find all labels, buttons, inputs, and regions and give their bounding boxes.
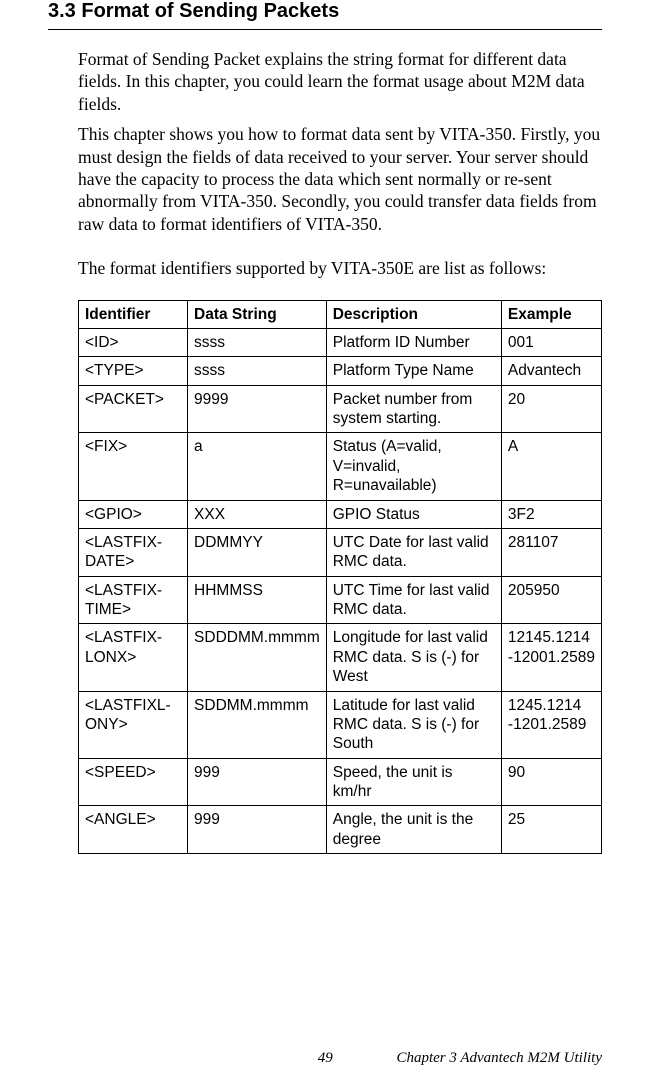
cell-identifier: <GPIO> — [79, 500, 188, 528]
cell-data-string: DDMMYY — [188, 528, 327, 576]
cell-identifier: <ANGLE> — [79, 806, 188, 854]
cell-identifier: <LASTFIX-DATE> — [79, 528, 188, 576]
section-heading: 3.3 Format of Sending Packets — [48, 0, 602, 30]
table-row: <LASTFIX-LONX> SDDDMM.mmmm Longitude for… — [79, 624, 602, 691]
cell-identifier: <SPEED> — [79, 758, 188, 806]
cell-data-string: SDDMM.mmmm — [188, 691, 327, 758]
table-row: <GPIO> XXX GPIO Status 3F2 — [79, 500, 602, 528]
table-row: <TYPE> ssss Platform Type Name Advantech — [79, 357, 602, 385]
cell-description: Platform Type Name — [326, 357, 501, 385]
cell-description: UTC Time for last valid RMC data. — [326, 576, 501, 624]
table-row: <LASTFIX-DATE> DDMMYY UTC Date for last … — [79, 528, 602, 576]
cell-data-string: XXX — [188, 500, 327, 528]
cell-example: Advantech — [501, 357, 601, 385]
cell-data-string: ssss — [188, 357, 327, 385]
col-description: Description — [326, 300, 501, 328]
cell-data-string: HHMMSS — [188, 576, 327, 624]
cell-data-string: 999 — [188, 758, 327, 806]
cell-data-string: a — [188, 433, 327, 500]
col-example: Example — [501, 300, 601, 328]
cell-data-string: SDDDMM.mmmm — [188, 624, 327, 691]
cell-description: Speed, the unit is km/hr — [326, 758, 501, 806]
cell-description: Longitude for last valid RMC data. S is … — [326, 624, 501, 691]
cell-description: UTC Date for last valid RMC data. — [326, 528, 501, 576]
cell-description: Platform ID Number — [326, 328, 501, 356]
table-row: <SPEED> 999 Speed, the unit is km/hr 90 — [79, 758, 602, 806]
table-row: <ID> ssss Platform ID Number 001 — [79, 328, 602, 356]
cell-example: 1245.1214 -1201.2589 — [501, 691, 601, 758]
cell-description: Status (A=valid, V=invalid, R=unavailabl… — [326, 433, 501, 500]
cell-identifier: <FIX> — [79, 433, 188, 500]
cell-example: 90 — [501, 758, 601, 806]
cell-identifier: <LASTFIXL-ONY> — [79, 691, 188, 758]
paragraph-intro-1: Format of Sending Packet explains the st… — [48, 48, 602, 115]
table-row: <LASTFIX-TIME> HHMMSS UTC Time for last … — [79, 576, 602, 624]
cell-data-string: ssss — [188, 328, 327, 356]
paragraph-intro-2: This chapter shows you how to format dat… — [48, 123, 602, 235]
cell-example: 001 — [501, 328, 601, 356]
cell-example: A — [501, 433, 601, 500]
cell-description: GPIO Status — [326, 500, 501, 528]
table-row: <PACKET> 9999 Packet number from system … — [79, 385, 602, 433]
chapter-label: Chapter 3 Advantech M2M Utility — [396, 1050, 602, 1066]
cell-description: Latitude for last valid RMC data. S is (… — [326, 691, 501, 758]
cell-data-string: 9999 — [188, 385, 327, 433]
table-row: <FIX> a Status (A=valid, V=invalid, R=un… — [79, 433, 602, 500]
page-footer: 49 Chapter 3 Advantech M2M Utility — [48, 1050, 602, 1067]
cell-example: 12145.1214 -12001.2589 — [501, 624, 601, 691]
cell-description: Angle, the unit is the degree — [326, 806, 501, 854]
cell-identifier: <PACKET> — [79, 385, 188, 433]
cell-identifier: <LASTFIX-LONX> — [79, 624, 188, 691]
cell-example: 281107 — [501, 528, 601, 576]
col-identifier: Identifier — [79, 300, 188, 328]
cell-example: 205950 — [501, 576, 601, 624]
identifiers-table: Identifier Data String Description Examp… — [78, 300, 602, 855]
cell-example: 25 — [501, 806, 601, 854]
page-number: 49 — [318, 1050, 333, 1067]
cell-example: 3F2 — [501, 500, 601, 528]
cell-data-string: 999 — [188, 806, 327, 854]
table-row: <LASTFIXL-ONY> SDDMM.mmmm Latitude for l… — [79, 691, 602, 758]
col-data-string: Data String — [188, 300, 327, 328]
cell-description: Packet number from system starting. — [326, 385, 501, 433]
paragraph-intro-3: The format identifiers supported by VITA… — [48, 257, 602, 279]
cell-identifier: <ID> — [79, 328, 188, 356]
table-row: <ANGLE> 999 Angle, the unit is the degre… — [79, 806, 602, 854]
cell-example: 20 — [501, 385, 601, 433]
cell-identifier: <TYPE> — [79, 357, 188, 385]
cell-identifier: <LASTFIX-TIME> — [79, 576, 188, 624]
table-header-row: Identifier Data String Description Examp… — [79, 300, 602, 328]
